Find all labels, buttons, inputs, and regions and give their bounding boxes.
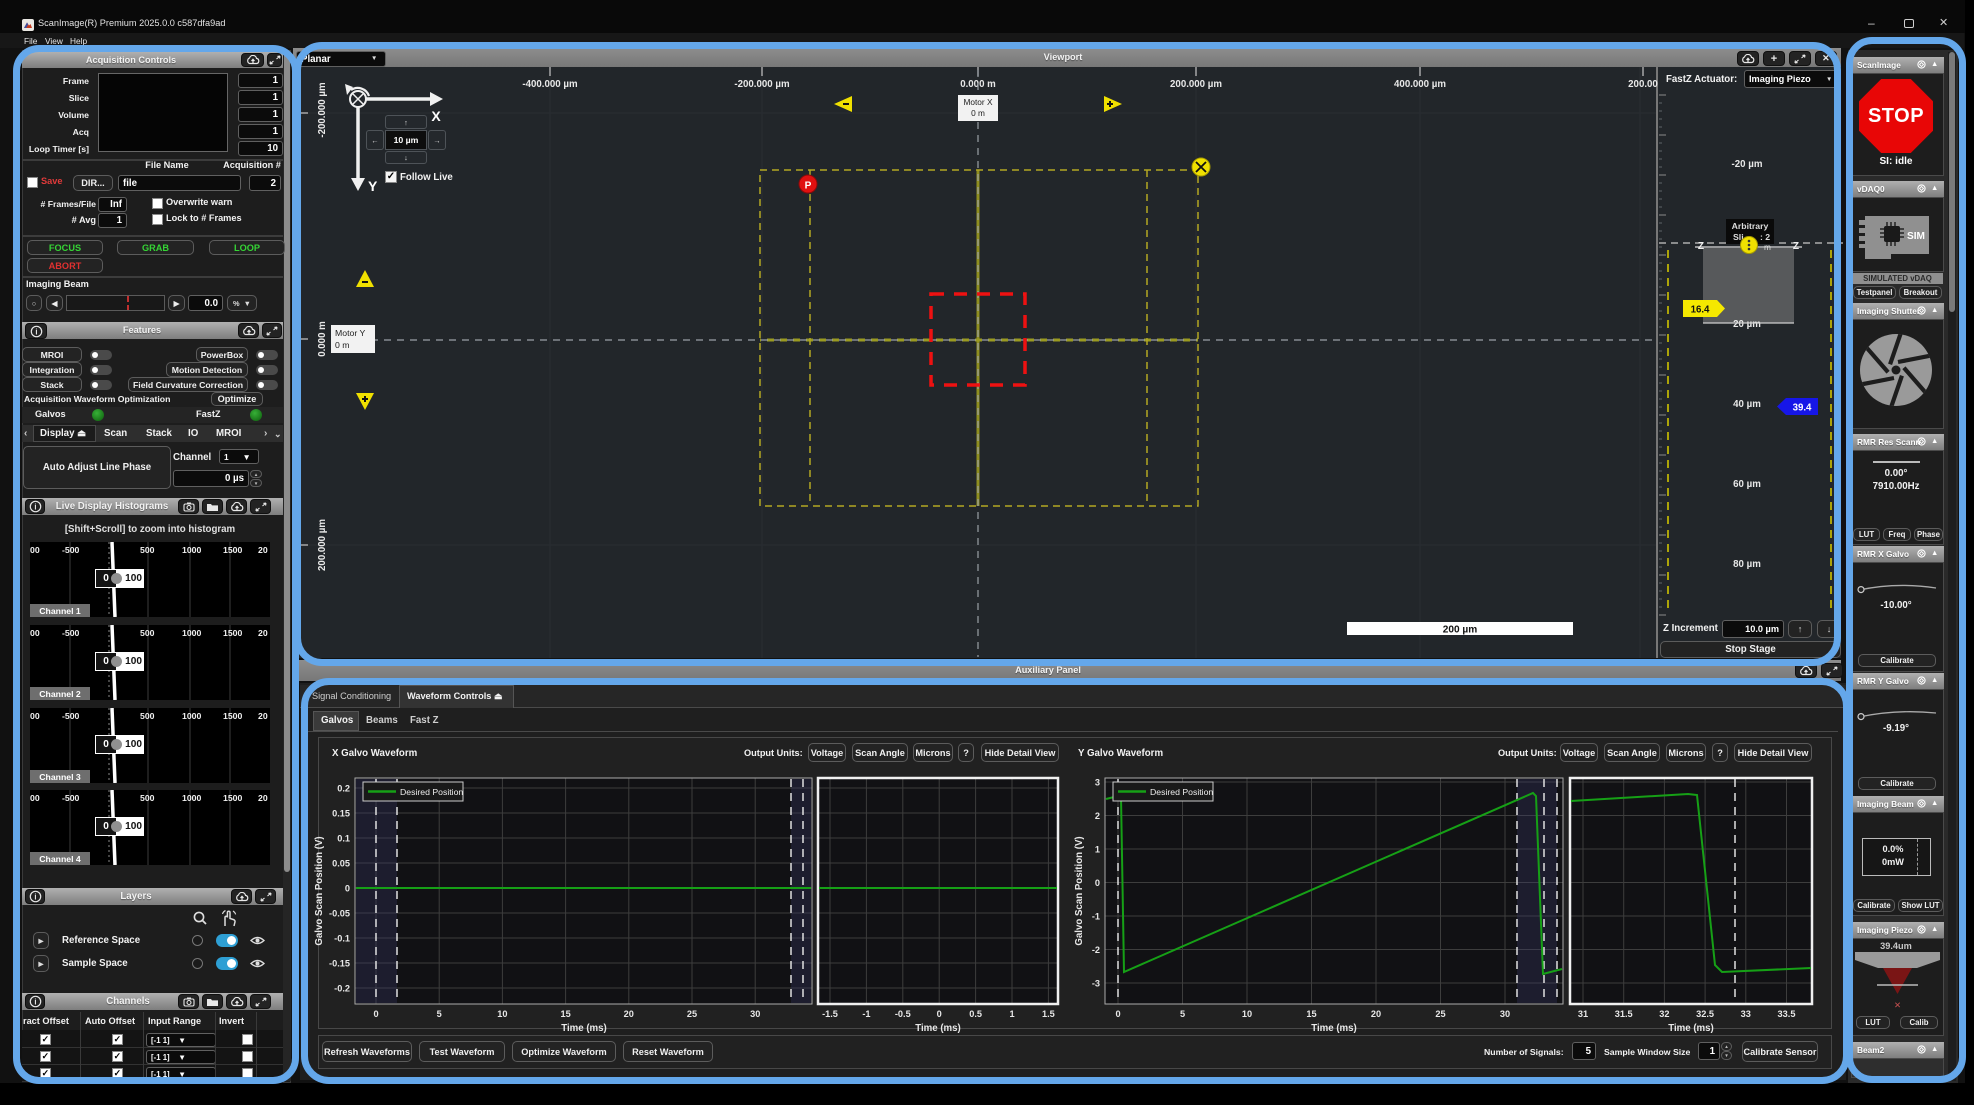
svg-text:15: 15	[560, 1009, 570, 1019]
svg-text:2: 2	[1095, 811, 1100, 821]
svg-text:30: 30	[1500, 1009, 1510, 1019]
svg-text:Time (ms): Time (ms)	[1668, 1023, 1714, 1034]
svg-text:-0.15: -0.15	[329, 959, 350, 969]
svg-text:20: 20	[624, 1009, 634, 1019]
svg-text:Time (ms): Time (ms)	[915, 1023, 961, 1034]
svg-text:33: 33	[1741, 1009, 1751, 1019]
svg-text:Desired Position: Desired Position	[400, 787, 463, 797]
svg-text:0.5: 0.5	[969, 1009, 982, 1019]
svg-text:-0.5: -0.5	[895, 1009, 911, 1019]
svg-text:10: 10	[497, 1009, 507, 1019]
svg-text:25: 25	[687, 1009, 697, 1019]
svg-text:-1: -1	[862, 1009, 870, 1019]
svg-text:Galvo Scan Position (V): Galvo Scan Position (V)	[1074, 836, 1085, 945]
svg-text:5: 5	[1180, 1009, 1185, 1019]
svg-text:3: 3	[1095, 778, 1100, 788]
svg-text:-0.05: -0.05	[329, 909, 350, 919]
svg-text:1: 1	[1009, 1009, 1014, 1019]
svg-text:0.15: 0.15	[332, 809, 350, 819]
svg-text:Time (ms): Time (ms)	[1311, 1023, 1357, 1034]
svg-text:-3: -3	[1092, 979, 1100, 989]
svg-text:0.2: 0.2	[337, 784, 350, 794]
svg-text:25: 25	[1435, 1009, 1445, 1019]
svg-text:0: 0	[937, 1009, 942, 1019]
svg-text:Desired Position: Desired Position	[1150, 787, 1213, 797]
svg-text:31: 31	[1578, 1009, 1588, 1019]
svg-text:1: 1	[1095, 845, 1100, 855]
svg-text:5: 5	[437, 1009, 442, 1019]
svg-text:32: 32	[1659, 1009, 1669, 1019]
svg-text:0: 0	[1115, 1009, 1120, 1019]
svg-text:33.5: 33.5	[1778, 1009, 1796, 1019]
svg-text:0.05: 0.05	[332, 859, 350, 869]
svg-text:1.5: 1.5	[1042, 1009, 1055, 1019]
svg-text:20: 20	[1371, 1009, 1381, 1019]
svg-text:-2: -2	[1092, 945, 1100, 955]
svg-text:-0.1: -0.1	[334, 934, 350, 944]
svg-text:31.5: 31.5	[1615, 1009, 1633, 1019]
svg-text:0: 0	[1095, 878, 1100, 888]
svg-text:15: 15	[1306, 1009, 1316, 1019]
svg-text:-1: -1	[1092, 912, 1100, 922]
svg-text:0: 0	[345, 884, 350, 894]
svg-text:0.1: 0.1	[337, 834, 350, 844]
svg-text:Time (ms): Time (ms)	[561, 1023, 607, 1034]
svg-text:10: 10	[1242, 1009, 1252, 1019]
svg-text:-0.2: -0.2	[334, 984, 350, 994]
svg-text:30: 30	[750, 1009, 760, 1019]
svg-text:Galvo Scan Position (V): Galvo Scan Position (V)	[314, 836, 325, 945]
svg-text:32.5: 32.5	[1696, 1009, 1714, 1019]
svg-text:0: 0	[373, 1009, 378, 1019]
svg-text:-1.5: -1.5	[822, 1009, 838, 1019]
